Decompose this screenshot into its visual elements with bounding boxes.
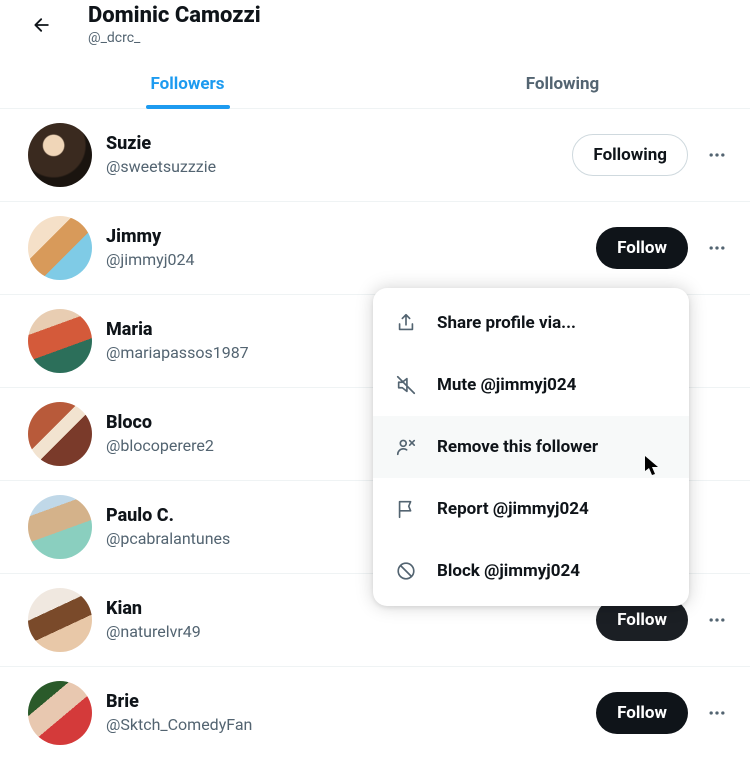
- menu-label: Remove this follower: [437, 437, 598, 457]
- avatar[interactable]: [28, 216, 92, 280]
- more-button[interactable]: [700, 138, 734, 172]
- back-button[interactable]: [24, 7, 60, 43]
- more-button[interactable]: [700, 603, 734, 637]
- context-menu: Share profile via... Mute @jimmyj024 Rem…: [373, 288, 689, 606]
- menu-label: Share profile via...: [437, 313, 576, 333]
- follower-name: Suzie: [106, 134, 558, 155]
- menu-label: Block @jimmyj024: [437, 561, 580, 581]
- avatar[interactable]: [28, 681, 92, 745]
- following-button[interactable]: Following: [572, 134, 688, 176]
- menu-item-share[interactable]: Share profile via...: [373, 292, 689, 354]
- tab-followers[interactable]: Followers: [0, 58, 375, 108]
- avatar[interactable]: [28, 402, 92, 466]
- share-icon: [395, 312, 417, 334]
- follower-row[interactable]: Brie @Sktch_ComedyFan Follow: [0, 667, 750, 759]
- arrow-left-icon: [32, 15, 52, 35]
- follower-row[interactable]: Suzie @sweetsuzzzie Following: [0, 109, 750, 202]
- menu-label: Mute @jimmyj024: [437, 375, 576, 395]
- more-icon: [707, 238, 727, 258]
- avatar[interactable]: [28, 123, 92, 187]
- more-icon: [707, 703, 727, 723]
- follower-name: Brie: [106, 692, 582, 713]
- menu-label: Report @jimmyj024: [437, 499, 589, 519]
- menu-item-report[interactable]: Report @jimmyj024: [373, 478, 689, 540]
- profile-name: Dominic Camozzi: [88, 4, 261, 28]
- follower-row[interactable]: Jimmy @jimmyj024 Follow: [0, 202, 750, 295]
- avatar[interactable]: [28, 588, 92, 652]
- avatar[interactable]: [28, 495, 92, 559]
- menu-item-remove-follower[interactable]: Remove this follower: [373, 416, 689, 478]
- remove-user-icon: [395, 436, 417, 458]
- more-button[interactable]: [700, 231, 734, 265]
- menu-item-mute[interactable]: Mute @jimmyj024: [373, 354, 689, 416]
- block-icon: [395, 560, 417, 582]
- follower-handle: @Sktch_ComedyFan: [106, 715, 582, 734]
- more-icon: [707, 610, 727, 630]
- profile-title: Dominic Camozzi @_dcrc_: [88, 4, 261, 46]
- flag-icon: [395, 498, 417, 520]
- follower-handle: @sweetsuzzzie: [106, 157, 558, 176]
- follower-name: Jimmy: [106, 227, 582, 248]
- follow-button[interactable]: Follow: [596, 227, 688, 269]
- profile-handle: @_dcrc_: [88, 30, 261, 46]
- follow-button[interactable]: Follow: [596, 692, 688, 734]
- more-icon: [707, 145, 727, 165]
- tab-following[interactable]: Following: [375, 58, 750, 108]
- follower-handle: @jimmyj024: [106, 250, 582, 269]
- menu-item-block[interactable]: Block @jimmyj024: [373, 540, 689, 602]
- avatar[interactable]: [28, 309, 92, 373]
- follower-handle: @naturelvr49: [106, 622, 582, 641]
- more-button[interactable]: [700, 696, 734, 730]
- mute-icon: [395, 374, 417, 396]
